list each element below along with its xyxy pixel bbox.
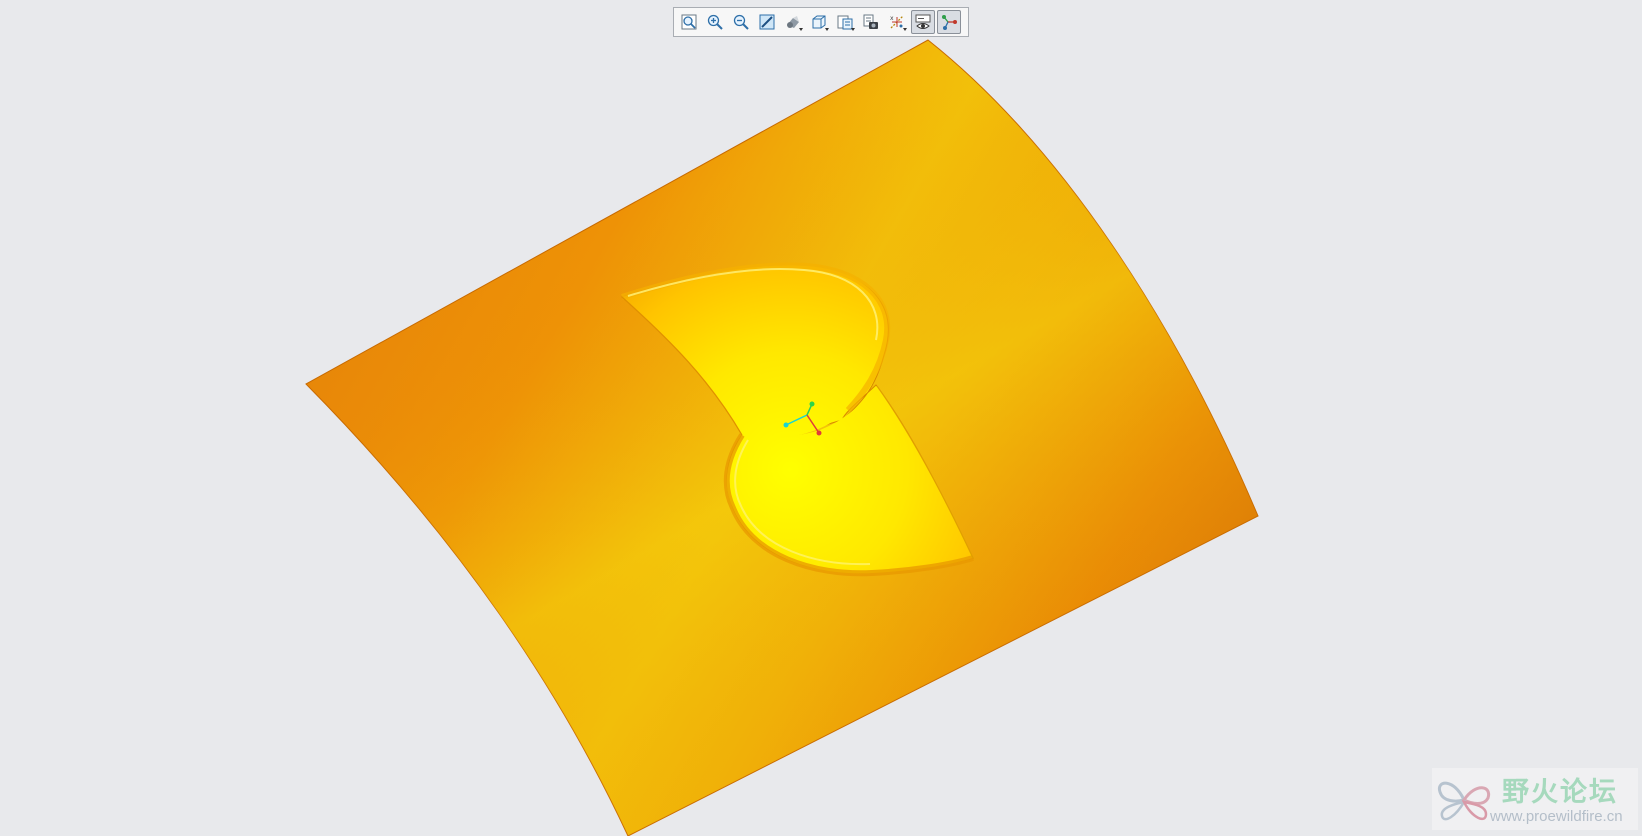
watermark: 野火论坛 www.proewildfire.cn	[1432, 768, 1638, 830]
perspective-view-button[interactable]	[859, 10, 883, 34]
spin-center-icon	[942, 15, 957, 30]
watermark-url: www.proewildfire.cn	[1490, 808, 1623, 825]
dropdown-arrow-icon	[851, 28, 855, 31]
annotation-display-icon	[915, 14, 931, 29]
dropdown-arrow-icon	[903, 28, 907, 31]
perspective-camera-icon	[863, 14, 878, 29]
view-manager-button[interactable]	[833, 10, 857, 34]
zoom-out-icon	[733, 14, 749, 30]
dropdown-arrow-icon	[799, 28, 803, 31]
surface-model[interactable]	[0, 0, 1642, 836]
svg-text:x: x	[890, 15, 894, 22]
refit-button[interactable]	[677, 10, 701, 34]
saved-orientations-button[interactable]	[807, 10, 831, 34]
graphics-window[interactable]: x 野火论坛 www.proewildfire.cn	[0, 0, 1642, 836]
dropdown-arrow-icon	[825, 28, 829, 31]
zoom-out-button[interactable]	[729, 10, 753, 34]
zoom-fit-icon	[681, 14, 697, 30]
repaint-button[interactable]	[755, 10, 779, 34]
annotation-display-button[interactable]	[911, 10, 935, 34]
spin-center-button[interactable]	[937, 10, 961, 34]
view-toolbar: x	[673, 7, 969, 37]
datum-display-filters-button[interactable]: x	[885, 10, 909, 34]
display-style-button[interactable]	[781, 10, 805, 34]
repaint-icon	[759, 14, 775, 30]
zoom-in-icon	[707, 14, 723, 30]
zoom-in-button[interactable]	[703, 10, 727, 34]
butterfly-logo-icon	[1437, 781, 1491, 821]
watermark-title: 野火论坛	[1502, 777, 1618, 808]
